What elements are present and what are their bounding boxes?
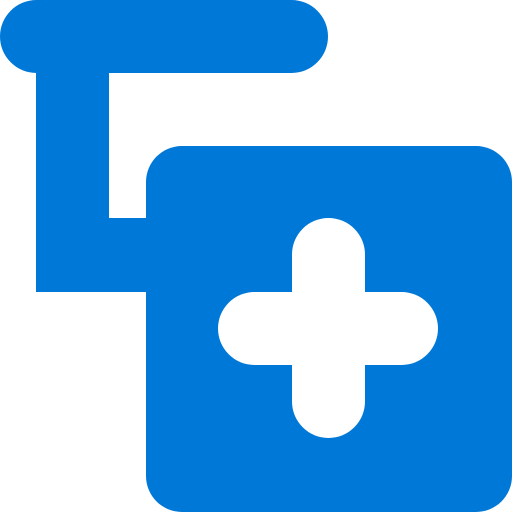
add-child-node-icon <box>0 0 512 512</box>
icon-canvas <box>0 0 512 512</box>
plus-vertical-bar <box>292 218 365 438</box>
